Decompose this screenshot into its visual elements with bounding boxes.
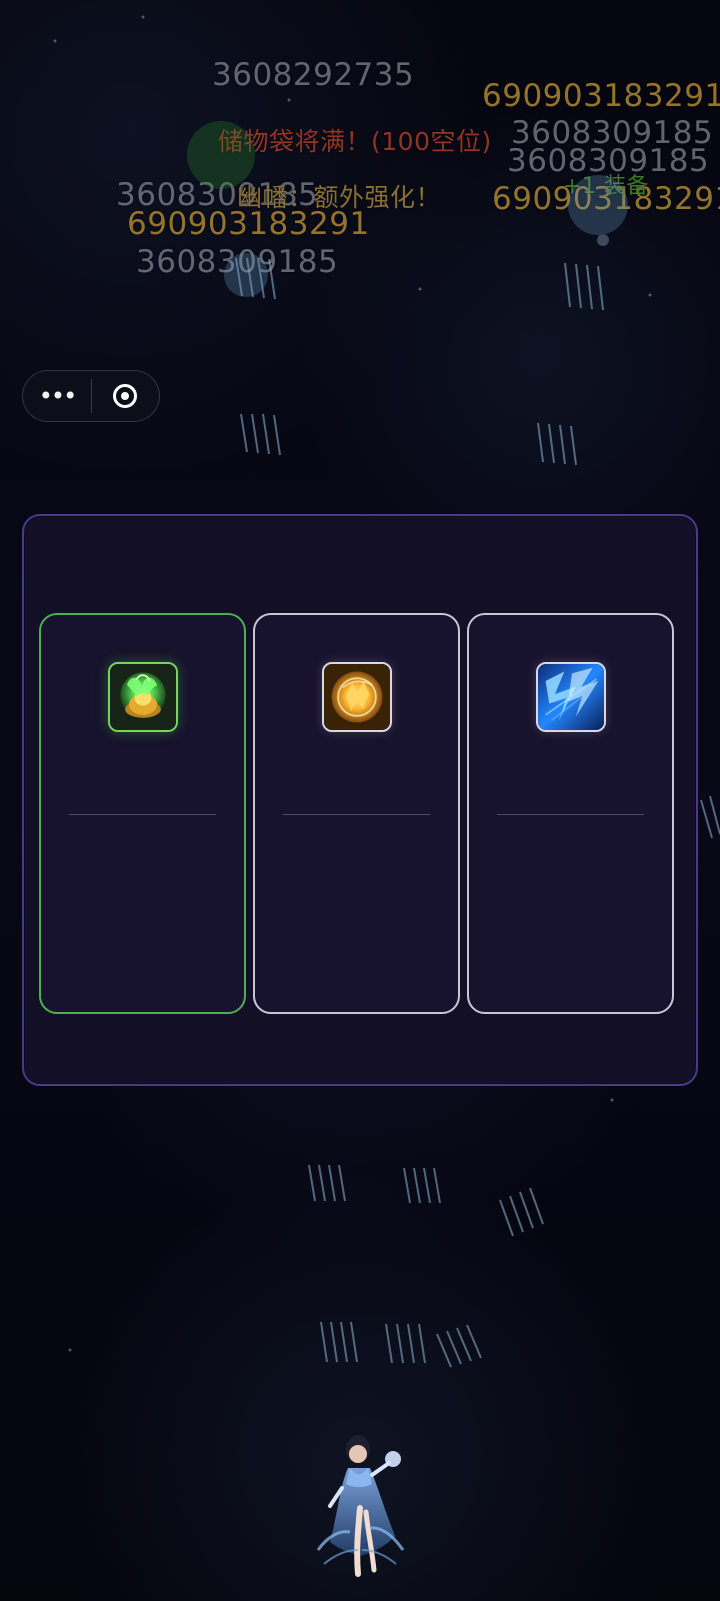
card-divider xyxy=(497,814,644,815)
card-divider xyxy=(69,814,216,815)
female-cultivator-icon xyxy=(316,1435,405,1577)
blue-lightning-icon xyxy=(537,664,604,730)
choice-card-3[interactable] xyxy=(467,613,674,1014)
choice-card-1[interactable] xyxy=(39,613,246,1014)
card-divider xyxy=(283,814,430,815)
gain-message: +1 装备 xyxy=(563,174,649,199)
target-icon xyxy=(113,384,138,408)
green-fire-treasure-icon xyxy=(109,664,176,730)
choice-card-2[interactable] xyxy=(253,613,460,1014)
card-icon-frame xyxy=(107,662,178,732)
more-icon[interactable]: ••• xyxy=(23,371,91,421)
storage-warning-text: 储物袋将满！(100空位) xyxy=(218,127,492,156)
floating-number: 690903183291 xyxy=(482,78,720,114)
close-button[interactable] xyxy=(92,371,159,421)
card-icon-frame xyxy=(321,662,392,732)
floating-number: 3608309185 xyxy=(136,244,339,280)
floating-number: 3608292735 xyxy=(212,57,415,93)
selection-panel xyxy=(22,514,698,1086)
bonus-message: 幽幡：额外强化！ xyxy=(237,183,442,212)
golden-rune-icon xyxy=(323,664,390,730)
mini-program-capsule: ••• xyxy=(22,370,160,422)
card-icon-frame xyxy=(535,662,606,732)
